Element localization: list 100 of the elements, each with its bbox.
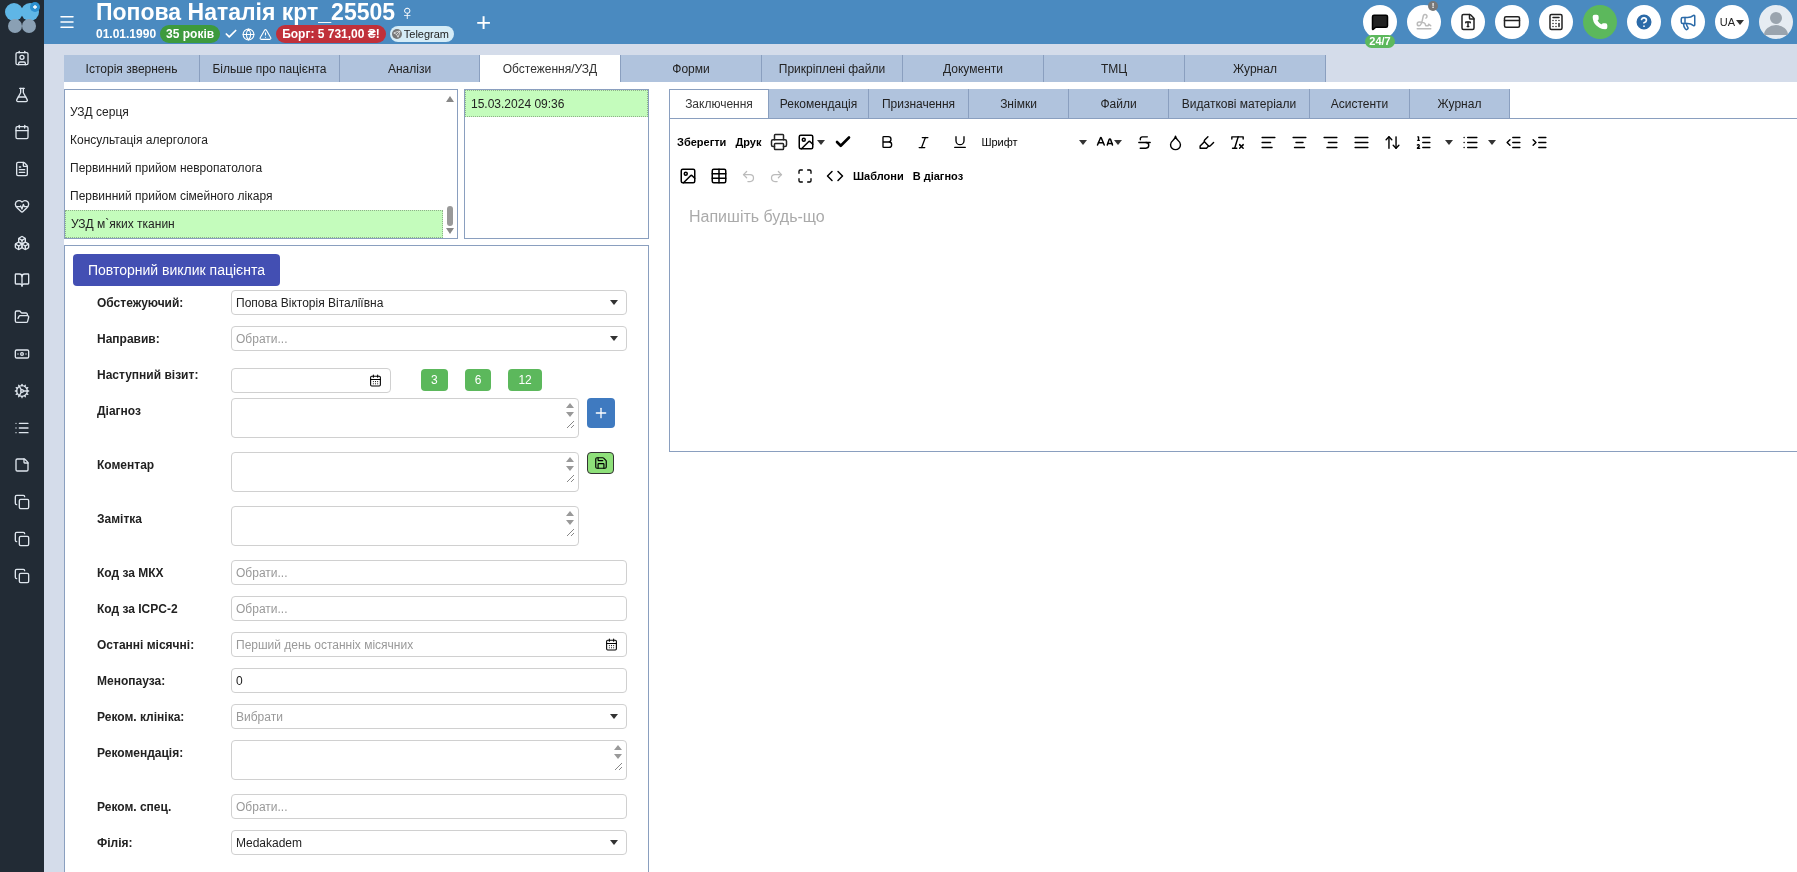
field-value: 0 [236,672,243,690]
to-diagnosis-button[interactable]: В діагноз [912,167,964,185]
field-label: Рекомендація: [96,745,185,762]
caret-icon [610,714,618,719]
date-item[interactable]: 15.03.2024 09:36 [465,90,648,117]
folder-icon[interactable] [14,309,30,325]
templates-button[interactable]: Шаблони [853,167,904,185]
exam-item[interactable]: УЗД м`яких тканин [65,210,443,238]
main-tab[interactable]: Аналізи [340,55,480,82]
copy-icon[interactable] [14,568,30,584]
avatar[interactable] [1759,5,1793,39]
resize-handle-icon[interactable] [566,421,574,428]
field-label: Коментар [96,457,156,474]
book-icon[interactable] [14,272,30,288]
list-icon[interactable] [14,420,30,436]
call-button[interactable] [1583,5,1617,39]
boxes-icon[interactable] [14,235,30,251]
calculator-button[interactable] [1539,5,1573,39]
print-icon[interactable] [770,133,789,151]
flask-icon[interactable] [14,87,30,103]
pdf-button[interactable] [1451,5,1485,39]
caret-icon [610,300,618,305]
banknote-icon[interactable] [14,346,30,362]
spinner-icon[interactable] [566,457,574,471]
main-tab[interactable]: Форми [621,55,762,82]
announce-button[interactable] [1671,5,1705,39]
editor-tab[interactable]: Знімки [969,89,1069,118]
exam-item[interactable]: УЗД серця [65,98,443,126]
heart-pulse-icon[interactable] [14,198,30,214]
recall-button[interactable]: Повторний виклик пацієнта [73,254,281,286]
select-field[interactable]: Попова Вікторія Віталіївна [231,290,627,315]
spinner-icon[interactable] [566,403,574,417]
exam-item[interactable]: Первинний прийом невропатолога [65,154,443,182]
italic-icon[interactable] [916,134,932,150]
image-icon[interactable] [679,167,697,185]
resize-handle-icon[interactable] [566,529,574,536]
main-tab[interactable]: Журнал [1185,55,1326,82]
gears-icon[interactable] [14,383,30,399]
language-button[interactable]: UA [1715,5,1749,39]
main-tab[interactable]: Документи [903,55,1044,82]
scrollbar[interactable] [445,94,455,234]
strikethrough-icon[interactable] [1135,133,1153,151]
field-label: Замітка [96,511,143,528]
main-tab[interactable]: Історія звернень [64,55,200,82]
exam-item[interactable]: Первинний прийом сімейного лікаря [65,182,443,210]
calendar-icon[interactable] [14,124,30,140]
menu-icon[interactable] [58,13,76,31]
telegram-badge[interactable]: Telegram [389,25,455,43]
editor-tab[interactable]: Рекомендація [769,89,869,118]
chat-icon [1371,13,1389,31]
help-button[interactable] [1627,5,1661,39]
editor-tab[interactable]: Призначення [869,89,969,118]
calendar-icon[interactable] [369,373,382,387]
signature-button[interactable] [1407,5,1441,39]
fullscreen-icon[interactable] [797,168,813,184]
contact-icon[interactable] [14,50,30,66]
font-button[interactable]: Шрифт [981,133,1018,151]
phone-icon [1592,14,1608,30]
butterfly-logo[interactable] [3,1,41,35]
note-icon[interactable] [14,457,30,473]
editor-tab[interactable]: Асистенти [1310,89,1410,118]
editor-tab[interactable]: Видаткові матеріали [1169,89,1310,118]
spinner-icon[interactable] [566,511,574,525]
table-icon[interactable] [710,167,728,185]
resize-handle-icon[interactable] [566,475,574,482]
exam-item[interactable]: Консультація алерголога [65,126,443,154]
calendar-icon[interactable] [605,638,618,651]
add-button[interactable] [587,398,615,428]
main-tab[interactable]: Прикріплені файли [762,55,903,82]
main-tab[interactable]: Більше про пацієнта [200,55,340,82]
field-label: Останні місячні: [96,637,196,654]
highlighter-icon[interactable] [1197,133,1215,151]
warning-icon[interactable] [259,27,273,41]
document-icon[interactable] [14,161,30,177]
save-text-button[interactable]: Зберегти [677,133,727,151]
date-field[interactable] [231,367,391,393]
save-button[interactable] [587,452,614,474]
print-text-button[interactable]: Друк [735,133,762,151]
card-icon [1503,13,1521,31]
editor-tab[interactable]: Файли [1069,89,1169,118]
copy-icon[interactable] [14,531,30,547]
numbered-list-icon[interactable] [1414,133,1432,151]
resize-handle-icon[interactable] [614,763,622,770]
payment-button[interactable] [1495,5,1529,39]
copy-icon[interactable] [14,494,30,510]
spinner-icon[interactable] [614,745,622,759]
editor-tab[interactable]: Журнал [1410,89,1510,118]
field-value: Medakadem [236,834,303,852]
input-field[interactable]: 0 [231,668,627,693]
globe-icon[interactable] [242,27,256,41]
add-button[interactable]: + [476,9,492,35]
image-icon[interactable] [797,133,816,151]
underline-icon[interactable] [952,134,969,150]
field-placeholder: Обрати... [236,600,288,618]
clear-format-icon[interactable] [1228,133,1246,151]
line-height-icon[interactable] [1383,133,1401,151]
editor-tab[interactable]: Заключення [669,89,769,118]
main-tab[interactable]: ТМЦ [1044,55,1185,82]
select-field[interactable]: Medakadem [231,830,627,855]
main-tab[interactable]: Обстеження/УЗД [480,55,621,82]
